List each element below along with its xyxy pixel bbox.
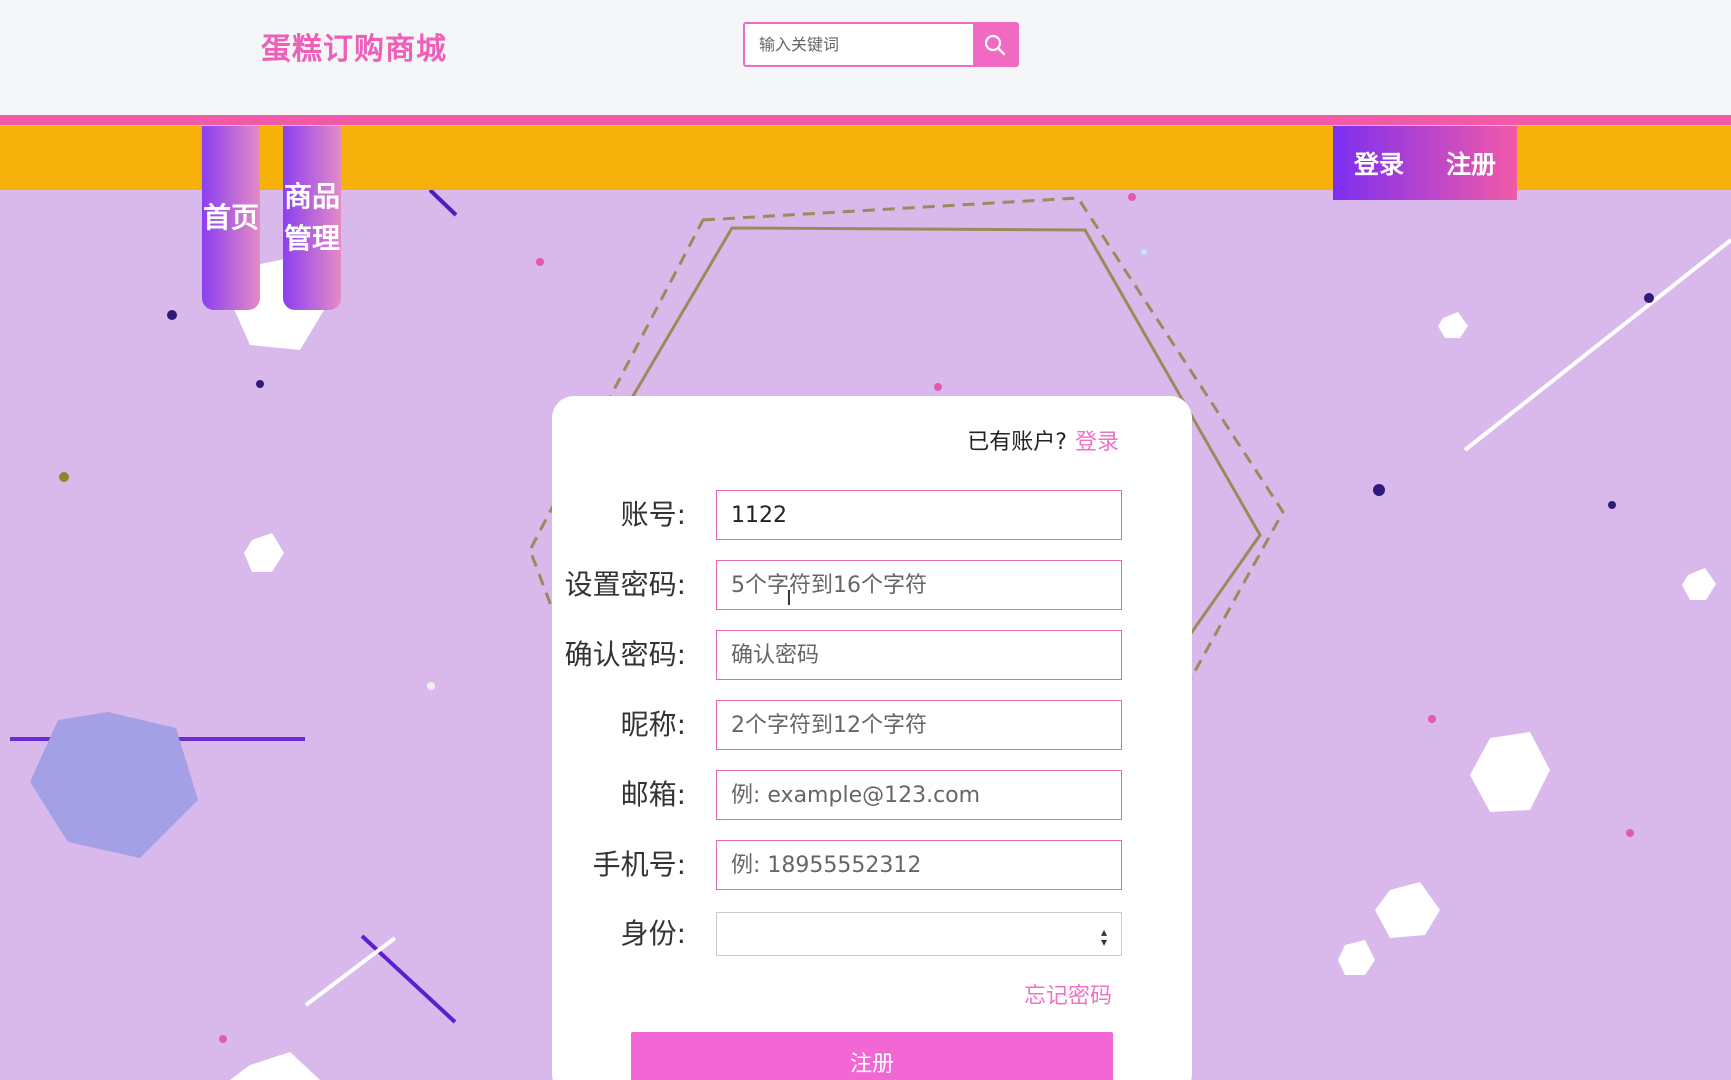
phone-field-box — [716, 840, 1122, 890]
header-divider — [0, 115, 1731, 125]
search-input[interactable] — [745, 24, 973, 65]
account-label: 账号: — [620, 498, 686, 531]
has-account-text: 已有账户? — [967, 430, 1067, 455]
email-label: 邮箱: — [620, 778, 686, 811]
nickname-field-box — [716, 700, 1122, 750]
account-field-box — [716, 490, 1122, 540]
search-box — [743, 22, 1019, 67]
nav-goods-label-line1: 商品 — [283, 180, 340, 213]
register-submit-button[interactable]: 注册 — [631, 1032, 1113, 1080]
has-account-prompt: 已有账户? 登录 — [967, 424, 1119, 456]
email-input[interactable] — [717, 771, 1121, 819]
confirm-password-row: 确认密码: — [552, 630, 1192, 680]
nav-goods-management[interactable]: 商品 管理 — [283, 126, 341, 310]
nickname-label: 昵称: — [620, 708, 686, 741]
account-row: 账号: — [552, 490, 1192, 540]
password-field-box — [716, 560, 1122, 610]
password-input[interactable] — [717, 561, 1121, 609]
forgot-password-link[interactable]: 忘记密码 — [1024, 978, 1112, 1010]
site-logo[interactable]: 蛋糕订购商城 — [261, 24, 447, 68]
identity-row: 身份: ▴ ▾ — [552, 912, 1192, 956]
nav-goods-label-line2: 管理 — [283, 222, 340, 255]
header-login-link[interactable]: 登录 — [1354, 145, 1404, 181]
text-cursor-icon: I — [786, 586, 792, 610]
top-header: 蛋糕订购商城 — [0, 0, 1731, 115]
account-input[interactable] — [717, 491, 1121, 539]
auth-links: 登录 注册 — [1333, 126, 1517, 200]
nav-home[interactable]: 首页 — [202, 126, 260, 310]
confirm-password-field-box — [716, 630, 1122, 680]
select-arrows-icon: ▴ ▾ — [1100, 925, 1107, 949]
search-icon — [984, 34, 1006, 55]
confirm-password-label: 确认密码: — [564, 638, 686, 671]
password-row: 设置密码: — [552, 560, 1192, 610]
login-link[interactable]: 登录 — [1075, 430, 1119, 455]
register-card: 已有账户? 登录 账号: 设置密码: 确认密码: 昵称: — [552, 396, 1192, 1080]
phone-label: 手机号: — [592, 848, 686, 881]
nav-home-label: 首页 — [202, 201, 259, 234]
email-field-box — [716, 770, 1122, 820]
phone-input[interactable] — [717, 841, 1121, 889]
register-page: 蛋糕订购商城 首页 商品 管理 登录 注册 已有账户? 登录 — [0, 0, 1731, 1080]
nickname-row: 昵称: — [552, 700, 1192, 750]
phone-row: 手机号: — [552, 840, 1192, 890]
search-button[interactable] — [973, 24, 1017, 65]
password-label: 设置密码: — [564, 568, 686, 601]
confirm-password-input[interactable] — [717, 631, 1121, 679]
identity-label: 身份: — [620, 917, 686, 950]
header-register-link[interactable]: 注册 — [1446, 145, 1496, 181]
email-row: 邮箱: — [552, 770, 1192, 820]
nickname-input[interactable] — [717, 701, 1121, 749]
identity-select[interactable]: ▴ ▾ — [716, 912, 1122, 956]
